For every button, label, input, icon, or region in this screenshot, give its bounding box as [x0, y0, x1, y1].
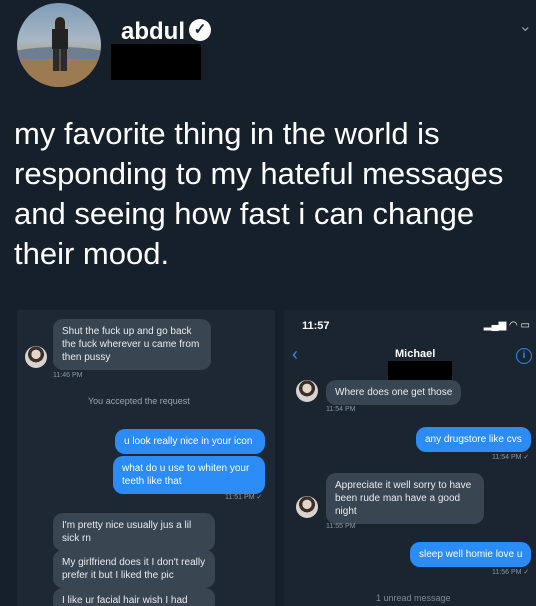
back-arrow-icon[interactable]: ‹	[292, 344, 298, 365]
message-bubble: My girlfriend does it I don't really pre…	[53, 550, 215, 588]
avatar-figure-torso	[52, 29, 68, 49]
avatar-figure-legs	[53, 49, 67, 71]
sender-avatar	[25, 346, 47, 368]
status-bar-time: 11:57	[302, 320, 330, 332]
display-name[interactable]: abdul	[121, 18, 185, 46]
message-timestamp: 11:56 PM ✓	[492, 569, 530, 576]
message-timestamp: 11:46 PM	[53, 372, 83, 379]
message-timestamp: 11:55 PM	[326, 523, 356, 530]
message-bubble: I like ur facial hair wish I had	[53, 588, 215, 606]
signal-wifi-battery-icon: ▂▄▆ ◠ ▭	[483, 320, 530, 331]
info-icon[interactable]: i	[516, 348, 532, 364]
message-bubble: Shut the fuck up and go back the fuck wh…	[53, 319, 211, 370]
message-bubble: sleep well homie love u	[410, 542, 532, 567]
message-bubble: u look really nice in your icon	[115, 429, 265, 454]
message-timestamp: 11:51 PM ✓	[225, 494, 263, 501]
verified-check-icon: ✓	[189, 19, 211, 41]
contact-name[interactable]: Michael	[395, 348, 435, 360]
redacted-handle	[111, 44, 201, 80]
screenshot-left: Shut the fuck up and go back the fuck wh…	[17, 310, 275, 606]
message-bubble: I'm pretty nice usually jus a lil sick r…	[53, 513, 215, 551]
tweet-text: my favorite thing in the world is respon…	[14, 116, 504, 271]
message-bubble: Appreciate it well sorry to have been ru…	[326, 473, 484, 524]
screenshot-right: 11:57 ▂▄▆ ◠ ▭ ‹ Michael i Where does one…	[284, 310, 536, 606]
profile-avatar[interactable]	[17, 3, 101, 87]
message-bubble: any drugstore like cvs	[416, 427, 531, 452]
system-message: You accepted the request	[88, 396, 190, 406]
sender-avatar	[296, 380, 318, 402]
message-timestamp: 11:54 PM	[326, 406, 356, 413]
message-timestamp: 11:54 PM ✓	[492, 454, 530, 461]
message-bubble: what do u use to whiten your teeth like …	[113, 456, 265, 494]
message-bubble: Where does one get those	[326, 380, 462, 405]
unread-divider: 1 unread message	[376, 593, 451, 603]
sender-avatar	[296, 496, 318, 518]
chevron-down-icon[interactable]: ⌄	[519, 16, 532, 36]
redacted-contact-info	[388, 361, 452, 381]
